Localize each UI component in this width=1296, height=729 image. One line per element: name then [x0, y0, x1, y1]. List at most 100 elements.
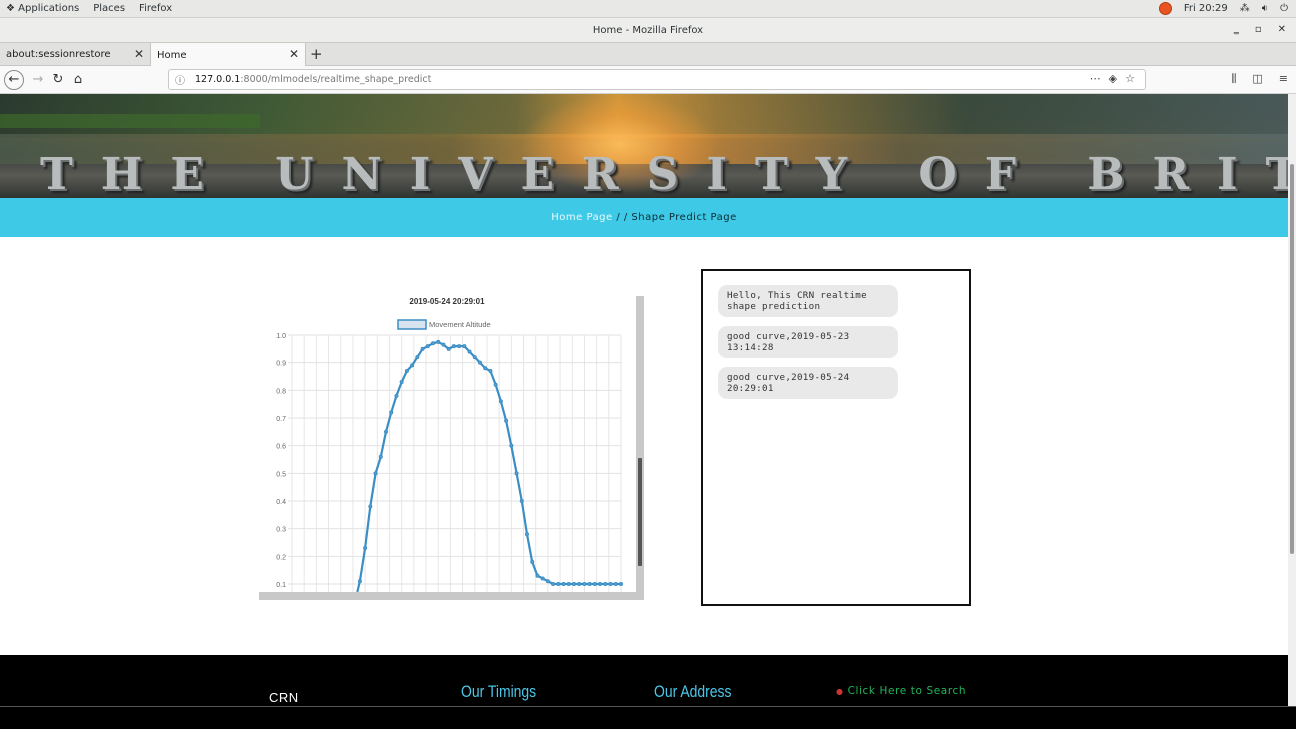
- data-point[interactable]: [608, 582, 613, 586]
- data-point[interactable]: [598, 582, 603, 586]
- data-point[interactable]: [572, 582, 576, 586]
- data-point[interactable]: [535, 573, 540, 578]
- data-point[interactable]: [603, 582, 608, 586]
- chart-scroll-thumb[interactable]: [638, 458, 642, 566]
- data-point[interactable]: [431, 341, 435, 346]
- data-point[interactable]: [483, 366, 488, 371]
- data-point[interactable]: [561, 582, 566, 586]
- data-point[interactable]: [389, 410, 394, 415]
- data-point[interactable]: [587, 582, 592, 586]
- legend-label[interactable]: Movement Altitude: [429, 320, 491, 329]
- data-point[interactable]: [415, 355, 420, 360]
- breadcrumb-home-link[interactable]: Home Page: [551, 212, 612, 223]
- reload-icon[interactable]: ↻: [48, 70, 68, 90]
- data-point[interactable]: [566, 582, 571, 586]
- data-point[interactable]: [613, 582, 618, 586]
- system-top-bar: ❖ Applications Places Firefox Fri 20:29 …: [0, 0, 1296, 18]
- page-viewport: THE UNIVERSITY OF BRITISH COLUMBIA Home …: [0, 94, 1288, 706]
- data-point[interactable]: [504, 418, 509, 423]
- window-titlebar: Home - Mozilla Firefox ‗ ▫ ✕: [0, 18, 1296, 43]
- close-window-button[interactable]: ✕: [1278, 24, 1286, 35]
- url-bar[interactable]: ⓘ 127.0.0.1:8000/mlmodels/realtime_shape…: [168, 69, 1146, 90]
- data-point[interactable]: [446, 346, 451, 351]
- clock[interactable]: Fri 20:29: [1184, 3, 1228, 14]
- data-point[interactable]: [410, 363, 415, 368]
- firefox-menu[interactable]: Firefox: [139, 3, 172, 14]
- data-point[interactable]: [619, 582, 623, 586]
- new-tab-icon[interactable]: +: [310, 45, 323, 63]
- network-icon[interactable]: ⁂: [1240, 3, 1250, 14]
- y-tick-label: 0.9: [276, 361, 286, 368]
- page-actions-icon[interactable]: ⋯: [1090, 72, 1101, 85]
- footer-address-heading: Our Address: [654, 682, 732, 701]
- site-info-icon[interactable]: ⓘ: [175, 72, 185, 87]
- tab-label: about:sessionrestore: [6, 49, 111, 60]
- data-point[interactable]: [592, 582, 597, 586]
- data-point[interactable]: [436, 339, 441, 344]
- data-point[interactable]: [425, 344, 430, 349]
- volume-icon[interactable]: 🔉︎: [1262, 3, 1268, 14]
- chart-vertical-scrollbar[interactable]: [636, 296, 644, 592]
- data-point[interactable]: [525, 532, 529, 537]
- data-point[interactable]: [378, 454, 383, 459]
- data-point[interactable]: [404, 368, 409, 373]
- legend-swatch[interactable]: [397, 319, 427, 330]
- places-menu[interactable]: Places: [93, 3, 125, 14]
- sidebar-icon[interactable]: ◫: [1252, 72, 1262, 86]
- tab-home[interactable]: Home ✕: [151, 43, 306, 67]
- applications-menu[interactable]: ❖ Applications: [6, 3, 79, 14]
- message-bubble: Hello, This CRN realtime shape predictio…: [718, 285, 898, 317]
- forward-arrow-icon[interactable]: →: [28, 70, 48, 90]
- data-point[interactable]: [498, 399, 503, 404]
- data-point[interactable]: [493, 382, 498, 387]
- y-tick-label: 0.3: [276, 527, 286, 534]
- data-point[interactable]: [373, 471, 378, 476]
- data-point[interactable]: [451, 344, 456, 349]
- data-point[interactable]: [577, 582, 582, 586]
- data-point[interactable]: [394, 393, 399, 398]
- prediction-message-box[interactable]: Hello, This CRN realtime shape predictio…: [701, 269, 971, 606]
- ubuntu-icon[interactable]: [1158, 2, 1172, 15]
- data-point[interactable]: [551, 582, 556, 586]
- data-point[interactable]: [519, 499, 524, 503]
- tab-sessionrestore[interactable]: about:sessionrestore ✕: [0, 43, 151, 66]
- minimize-button[interactable]: ‗: [1234, 24, 1239, 35]
- data-point[interactable]: [384, 429, 388, 434]
- data-point[interactable]: [488, 368, 493, 373]
- data-point[interactable]: [457, 344, 462, 349]
- page-scrollbar[interactable]: [1288, 94, 1296, 706]
- data-point[interactable]: [462, 344, 467, 349]
- maximize-button[interactable]: ▫: [1255, 24, 1262, 35]
- data-point[interactable]: [514, 471, 519, 476]
- data-point[interactable]: [472, 355, 477, 360]
- data-point[interactable]: [420, 346, 425, 351]
- data-point[interactable]: [540, 576, 545, 581]
- data-point[interactable]: [509, 443, 514, 448]
- power-icon[interactable]: ⏻: [1280, 3, 1288, 14]
- data-point[interactable]: [467, 349, 472, 354]
- menu-icon[interactable]: ≡: [1279, 72, 1288, 86]
- data-point[interactable]: [363, 546, 368, 551]
- back-arrow-icon[interactable]: ←: [4, 70, 24, 90]
- data-point[interactable]: [357, 579, 362, 584]
- y-tick-label: 0.6: [276, 444, 286, 451]
- close-tab-icon[interactable]: ✕: [134, 47, 144, 61]
- data-point[interactable]: [399, 380, 404, 385]
- data-point[interactable]: [582, 582, 587, 586]
- footer-search-link[interactable]: ● Click Here to Search: [836, 685, 966, 697]
- page-scroll-thumb[interactable]: [1290, 164, 1294, 554]
- close-tab-icon[interactable]: ✕: [289, 47, 299, 61]
- bookmark-star-icon[interactable]: ☆: [1125, 72, 1135, 85]
- library-icon[interactable]: ⫼: [1231, 72, 1236, 86]
- tab-strip: about:sessionrestore ✕ Home ✕ +: [0, 43, 1296, 67]
- navigation-toolbar: ← → ↻ ⌂ ⓘ 127.0.0.1:8000/mlmodels/realti…: [0, 66, 1296, 94]
- data-point[interactable]: [478, 360, 482, 365]
- data-point[interactable]: [556, 582, 561, 586]
- home-icon[interactable]: ⌂: [68, 70, 88, 90]
- data-point[interactable]: [545, 579, 550, 584]
- chart-horizontal-scrollbar[interactable]: [259, 592, 644, 600]
- data-point[interactable]: [441, 342, 446, 347]
- pocket-icon[interactable]: ◈: [1109, 72, 1117, 85]
- data-point[interactable]: [530, 559, 535, 564]
- data-point[interactable]: [368, 504, 373, 509]
